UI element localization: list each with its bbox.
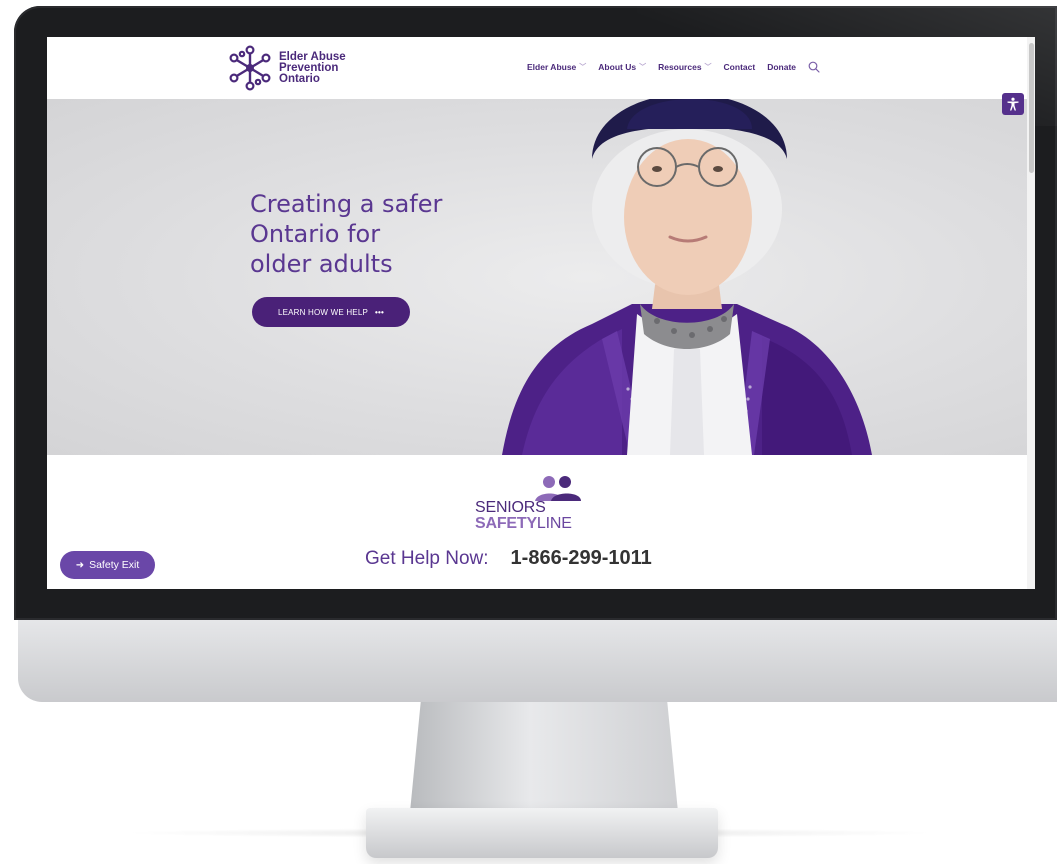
monitor-chin (18, 610, 1057, 702)
accessibility-icon (1007, 97, 1019, 111)
logo-line-1: Elder Abuse (279, 50, 346, 63)
search-icon[interactable] (808, 61, 820, 73)
nav-item-about-us[interactable]: About Us ﹀ (598, 62, 646, 72)
scrollbar-thumb[interactable] (1029, 43, 1034, 173)
chevron-down-icon: ﹀ (704, 64, 712, 71)
nav-item-label: Contact (723, 62, 756, 72)
safety-exit-label: Safety Exit (89, 559, 140, 571)
chevron-down-icon: ﹀ (639, 64, 647, 71)
nav-item-label: Donate (767, 62, 796, 72)
nav-item-donate[interactable]: Donate (767, 62, 796, 72)
nav-item-label: About Us (598, 62, 637, 72)
safety-exit-button[interactable]: ➜ Safety Exit (60, 551, 155, 579)
monitor-stand-neck (410, 702, 678, 812)
hero-banner: Creating a safer Ontario for older adult… (47, 99, 1027, 455)
nav-item-contact[interactable]: Contact (724, 62, 756, 72)
site-header: Elder Abuse Prevention Ontario Elder Abu… (47, 37, 1027, 99)
logo-network-icon (229, 45, 271, 91)
help-phone-number[interactable]: 1-866-299-1011 (511, 547, 652, 570)
hero-title-line-1: Creating a safer (250, 190, 443, 218)
nav-item-label: Resources (658, 62, 702, 72)
more-dots-icon: ••• (375, 307, 385, 317)
ssl-logo-line: LINE (536, 515, 572, 532)
logo-wordmark: Elder Abuse Prevention Ontario (279, 50, 346, 85)
browser-viewport: Elder Abuse Prevention Ontario Elder Abu… (47, 37, 1035, 589)
chevron-down-icon: ﹀ (579, 64, 587, 71)
hero-title-line-2: Ontario for (250, 220, 381, 248)
help-line: Get Help Now: 1-866-299-1011 (365, 547, 652, 570)
exit-icon: ➜ (75, 559, 85, 571)
nav-item-elder-abuse[interactable]: Elder Abuse ﹀ (527, 62, 586, 72)
main-nav: Elder Abuse ﹀ About Us ﹀ Resources ﹀ Con… (527, 61, 820, 73)
learn-how-we-help-button[interactable]: LEARN HOW WE HELP ••• (252, 297, 410, 327)
hero-title: Creating a safer Ontario for older adult… (250, 189, 442, 279)
nav-item-label: Elder Abuse (527, 62, 577, 72)
hero-portrait-image (502, 99, 872, 455)
help-label: Get Help Now: (365, 548, 489, 569)
accessibility-button[interactable] (1002, 93, 1024, 115)
page-scrollbar[interactable] (1027, 37, 1035, 589)
site-logo[interactable]: Elder Abuse Prevention Ontario (227, 45, 346, 91)
ssl-logo-safety: SAFETY (475, 515, 537, 532)
logo-line-2: Prevention (279, 61, 339, 74)
seniors-safety-line-logo: SENIORS SAFETYLINE (475, 475, 605, 533)
nav-item-resources[interactable]: Resources ﹀ (658, 62, 711, 72)
ssl-logo-bottom-text: SAFETYLINE (475, 515, 572, 533)
logo-line-3: Ontario (279, 72, 320, 85)
hero-title-line-3: older adults (250, 250, 393, 278)
monitor-stand-base (366, 808, 718, 858)
learn-button-label: LEARN HOW WE HELP (277, 307, 369, 317)
